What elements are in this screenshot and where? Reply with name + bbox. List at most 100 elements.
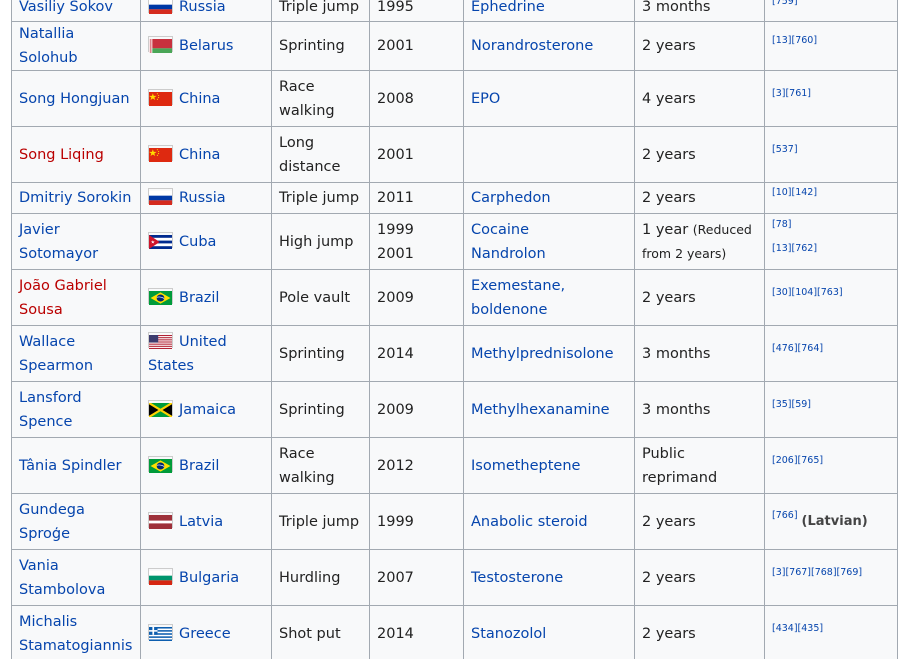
event-cell: Sprinting — [271, 21, 370, 71]
sanction-text: 2 years — [642, 289, 696, 306]
substance-link-2[interactable]: Nandrolon — [471, 246, 546, 262]
reference-link[interactable]: [766] — [772, 510, 798, 521]
athlete-link-javier-sotomayor[interactable]: Javier Sotomayor — [19, 222, 98, 262]
references-cell: [78] [13][762] — [764, 213, 898, 270]
event-cell: Pole vault — [271, 269, 370, 326]
sanction-cell: 2 years — [634, 493, 765, 550]
year-cell: 2007 — [369, 549, 464, 606]
event-text: Triple jump — [279, 513, 360, 530]
country-cell: Latvia — [140, 493, 272, 550]
substance-link[interactable]: Methylprednisolone — [471, 346, 614, 362]
year-text: 2009 — [377, 401, 414, 418]
event-text: Sprinting — [279, 38, 345, 54]
reference-link[interactable]: [3][761] — [772, 88, 811, 99]
year-cell: 2008 — [369, 70, 464, 127]
athlete-cell: Gundega Sproģe — [11, 493, 141, 550]
athlete-link-wallace-spearmon[interactable]: Wallace Spearmon — [19, 334, 93, 374]
flag-latvia-icon — [148, 511, 173, 529]
flag-belarus-icon — [148, 36, 173, 53]
reference-link-2[interactable]: [13][762] — [772, 243, 817, 254]
country-link-latvia[interactable]: Latvia — [179, 514, 223, 530]
references-cell: [30][104][763] — [764, 269, 898, 326]
event-cell: Shot put — [271, 605, 370, 659]
reference-link[interactable]: [537] — [772, 144, 798, 155]
athlete-link-joa-o-gabriel-sousa[interactable]: João Gabriel Sousa — [19, 278, 107, 318]
athlete-link-song-liqing[interactable]: Song Liqing — [19, 147, 104, 163]
substance-link[interactable]: Testosterone — [471, 570, 563, 586]
event-text: Shot put — [279, 625, 341, 642]
athlete-link-dmitriy-sorokin[interactable]: Dmitriy Sorokin — [19, 190, 131, 206]
reference-link[interactable]: [476][764] — [772, 343, 823, 354]
flag-brazil-icon — [148, 455, 173, 473]
athlete-link-natallia-solohub[interactable]: Natallia Solohub — [19, 26, 78, 66]
reference-link[interactable]: [434][435] — [772, 623, 823, 634]
country-cell: United States — [140, 325, 272, 382]
sanction-cell: 2 years — [634, 126, 765, 183]
athlete-link-michalis-stamatogiannis[interactable]: Michalis Stamatogiannis — [19, 614, 132, 654]
year-cell: 1999 2001 — [369, 213, 464, 270]
country-link-greece[interactable]: Greece — [179, 626, 231, 642]
athlete-cell: Dmitriy Sorokin — [11, 182, 141, 214]
country-link-jamaica[interactable]: Jamaica — [179, 402, 236, 418]
substance-cell: Methylprednisolone — [463, 325, 635, 382]
substance-link[interactable]: EPO — [471, 91, 500, 107]
reference-link[interactable]: [78] — [772, 219, 792, 230]
country-link-brazil[interactable]: Brazil — [179, 290, 219, 306]
sanction-text: 3 months — [642, 401, 711, 418]
reference-link[interactable]: [10][142] — [772, 187, 817, 198]
event-cell: High jump — [271, 213, 370, 270]
country-link-russia[interactable]: Russia — [179, 0, 226, 15]
athlete-link-gundega-sprog-e[interactable]: Gundega Sproģe — [19, 502, 85, 542]
year-text: 2011 — [377, 190, 414, 206]
page-viewport: Vasiliy Sokov Russia Triple jump 1995 Ephedr… — [0, 0, 904, 659]
substance-link[interactable]: Carphedon — [471, 190, 551, 206]
year-text: 1999 — [377, 221, 414, 238]
substance-cell: Norandrosterone — [463, 21, 635, 71]
substance-link[interactable]: Exemestane, boldenone — [471, 278, 565, 318]
reference-link[interactable]: [13][760] — [772, 35, 817, 46]
substance-link[interactable]: Cocaine — [471, 222, 529, 238]
substance-link[interactable]: Methylhexanamine — [471, 402, 610, 418]
athlete-link-song-hongjuan[interactable]: Song Hongjuan — [19, 91, 130, 107]
year-cell: 2012 — [369, 437, 464, 494]
substance-link[interactable]: Stanozolol — [471, 626, 546, 642]
substance-link[interactable]: Norandrosterone — [471, 38, 593, 54]
substance-cell: Exemestane, boldenone — [463, 269, 635, 326]
table-row: Natallia Solohub Belarus Sprinting 2001 Nora… — [11, 21, 898, 71]
reference-link[interactable]: [759] — [772, 0, 798, 7]
sanction-text: 2 years — [642, 146, 696, 163]
flag-brazil-icon — [148, 287, 173, 305]
country-link-cuba[interactable]: Cuba — [179, 234, 216, 250]
reference-link[interactable]: [206][765] — [772, 455, 823, 466]
country-cell: Brazil — [140, 437, 272, 494]
country-link-china[interactable]: China — [179, 91, 220, 107]
table-row: Song Hongjuan China Race walking 2008 EPO 4 y… — [11, 70, 898, 127]
substance-link[interactable]: Anabolic steroid — [471, 514, 588, 530]
substance-link[interactable]: Ephedrine — [471, 0, 545, 15]
sanction-cell: 2 years — [634, 21, 765, 71]
table-row: Vasiliy Sokov Russia Triple jump 1995 Ephedr… — [11, 0, 898, 22]
athlete-link-vasiliy-sokov[interactable]: Vasiliy Sokov — [19, 0, 113, 15]
flag-russia-icon — [148, 0, 173, 14]
reference-link[interactable]: [35][59] — [772, 399, 811, 410]
country-link-russia[interactable]: Russia — [179, 190, 226, 206]
event-cell: Race walking — [271, 437, 370, 494]
year-text: 2001 — [377, 38, 414, 54]
flag-bulgaria-icon — [148, 567, 173, 585]
country-link-belarus[interactable]: Belarus — [179, 38, 234, 54]
athlete-link-lansford-spence[interactable]: Lansford Spence — [19, 390, 82, 430]
reference-link[interactable]: [30][104][763] — [772, 287, 843, 298]
country-link-brazil[interactable]: Brazil — [179, 458, 219, 474]
reference-link[interactable]: [3][767][768][769] — [772, 567, 862, 578]
athlete-cell: Tânia Spindler — [11, 437, 141, 494]
year-cell: 2014 — [369, 325, 464, 382]
doping-cases-table: Vasiliy Sokov Russia Triple jump 1995 Ephedr… — [11, 0, 898, 659]
year-cell: 2001 — [369, 21, 464, 71]
substance-link[interactable]: Isometheptene — [471, 458, 580, 474]
references-cell: [3][761] — [764, 70, 898, 127]
country-link-china[interactable]: China — [179, 147, 220, 163]
country-link-bulgaria[interactable]: Bulgaria — [179, 570, 239, 586]
year-text: 1999 — [377, 513, 414, 530]
athlete-link-vania-stambolova[interactable]: Vania Stambolova — [19, 558, 105, 598]
athlete-link-ta-nia-spindler[interactable]: Tânia Spindler — [19, 458, 122, 474]
